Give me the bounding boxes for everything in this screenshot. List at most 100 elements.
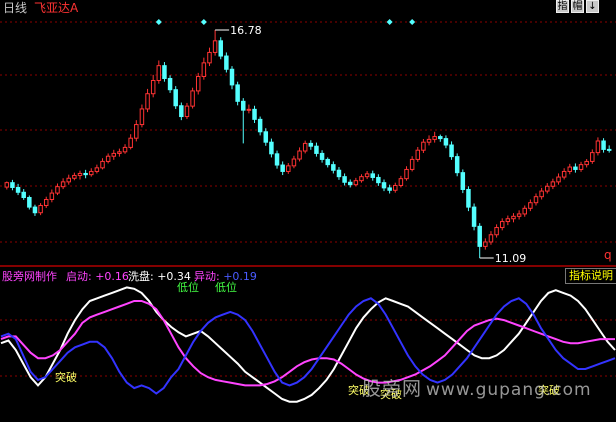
candle-body <box>511 215 516 220</box>
candle-body <box>494 227 499 236</box>
candle-body <box>27 196 32 208</box>
candle-body <box>460 172 466 190</box>
candle-body <box>381 182 387 189</box>
param-anomaly-value: +0.19 <box>223 270 257 283</box>
candle-body <box>184 105 190 118</box>
candle-body <box>60 181 66 188</box>
param-startup-label: 启动: <box>66 270 92 283</box>
candle-body <box>426 138 432 143</box>
candle-body <box>471 206 477 227</box>
candle-body <box>336 169 342 178</box>
indicator-help-button[interactable]: 指标说明 <box>565 268 616 284</box>
candle-body <box>556 176 561 183</box>
candle-body <box>590 152 595 162</box>
candle-body <box>117 151 122 154</box>
indicator-button[interactable]: 指 <box>556 0 569 13</box>
candle-body <box>156 65 162 81</box>
candle-body <box>308 142 314 147</box>
signal-diamond-icon <box>155 19 162 25</box>
candle-body <box>263 131 269 143</box>
candle-body <box>421 141 426 151</box>
candle-body <box>528 202 533 209</box>
candle-body <box>150 79 156 95</box>
formula-name[interactable]: 飞亚达A <box>34 1 78 15</box>
watermark-text: 股旁网 <box>362 378 423 400</box>
high-price-label: 16.78 <box>230 24 262 37</box>
candle-body <box>162 65 167 79</box>
candle-body <box>533 196 539 204</box>
candle-body <box>72 174 77 179</box>
candle-body <box>359 176 364 182</box>
candle-body <box>415 149 421 160</box>
candle-body <box>573 166 578 170</box>
candle-body <box>224 55 229 70</box>
chart-canvas[interactable]: 16.78 11.09 突破低位 低位突破 突破 突破 <box>0 0 616 422</box>
candle-body <box>190 90 195 107</box>
price-corner-mark: q <box>604 248 612 262</box>
candle-body <box>291 158 297 167</box>
candle-body <box>66 177 71 183</box>
candle-body <box>100 160 105 169</box>
period-label[interactable]: 日线 <box>3 1 27 15</box>
candle-body <box>584 160 589 166</box>
param-washout: 洗盘: +0.34 <box>128 270 191 284</box>
candle-body <box>387 187 392 191</box>
candle-body <box>241 100 246 111</box>
candle-body <box>488 234 494 243</box>
candle-body <box>393 184 398 191</box>
candle-body <box>522 207 527 215</box>
candle-body <box>10 182 15 188</box>
candle-body <box>319 152 325 160</box>
candle-body <box>83 172 88 176</box>
signal-diamond-icon <box>409 19 416 25</box>
candle-body <box>364 173 370 178</box>
candle-body <box>499 221 505 229</box>
param-washout-label: 洗盘: <box>128 270 154 283</box>
candle-body <box>122 146 128 153</box>
candle-body <box>483 241 488 247</box>
candle-body <box>477 225 482 247</box>
candle-body <box>195 75 201 92</box>
candle-body <box>43 198 49 207</box>
candle-body <box>4 182 10 188</box>
candle-body <box>595 140 601 154</box>
candle-body <box>252 108 257 120</box>
signal-diamond-icon <box>200 19 207 25</box>
candle-body <box>454 156 460 174</box>
candle-body <box>94 167 100 172</box>
candle-body <box>347 181 353 186</box>
candle-body <box>550 181 556 187</box>
candle-body <box>370 173 375 178</box>
candle-body <box>274 153 280 166</box>
candle-body <box>601 140 606 150</box>
candle-body <box>235 84 240 102</box>
candle-body <box>15 186 21 193</box>
candle-body <box>89 170 94 176</box>
candle-body <box>516 213 522 217</box>
candle-body <box>55 186 60 194</box>
signal-annotation: 突破 <box>55 370 77 384</box>
candle-body <box>105 155 111 162</box>
candle-body <box>38 205 43 214</box>
down-arrow-button[interactable]: ↓ <box>586 0 599 13</box>
param-washout-value: +0.34 <box>157 270 191 283</box>
param-anomaly-label: 异动: <box>194 270 220 283</box>
candle-body <box>342 176 347 183</box>
candle-body <box>376 176 381 184</box>
param-startup-value: +0.16 <box>95 270 129 283</box>
candle-body <box>32 206 38 214</box>
candle-body <box>409 158 415 170</box>
param-startup: 启动: +0.16 <box>66 270 129 284</box>
candle-body <box>545 185 550 192</box>
candle-body <box>398 178 404 186</box>
candle-body <box>77 172 83 176</box>
candle-body <box>567 166 573 172</box>
candle-body <box>297 150 302 160</box>
low-price-label: 11.09 <box>495 252 527 265</box>
hat-button[interactable]: 帽 <box>571 0 584 13</box>
candle-body <box>111 152 117 157</box>
candle-body <box>167 77 173 91</box>
candle-body <box>229 68 235 86</box>
indicator-title[interactable]: 股旁网制作 <box>2 270 57 284</box>
candle-body <box>286 165 291 172</box>
